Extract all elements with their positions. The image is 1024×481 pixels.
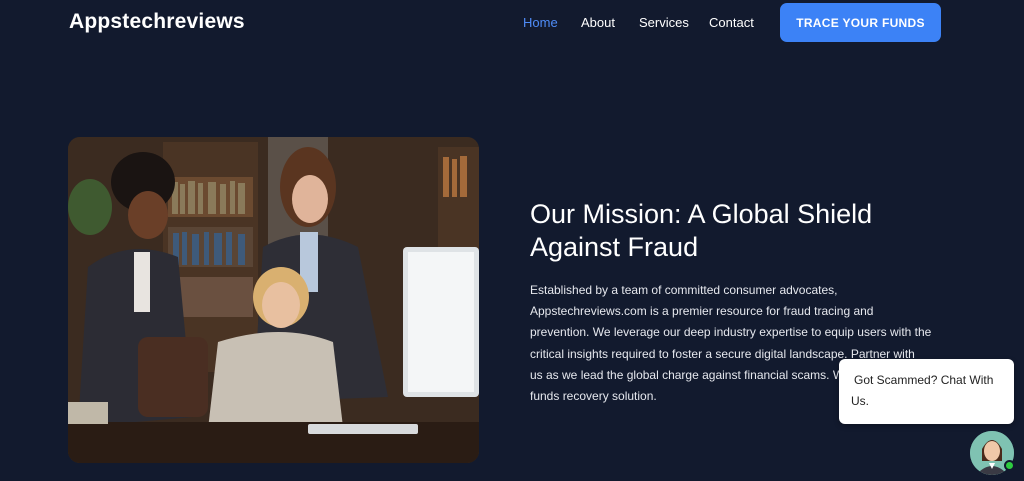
brand-logo[interactable]: Appstechreviews (69, 10, 245, 34)
mission-text-line: Established by a team of committed consu… (530, 283, 838, 297)
nav-home-link[interactable]: Home (523, 15, 558, 30)
mission-title-line: Against Fraud (530, 232, 699, 262)
nav-services-link[interactable]: Services (639, 15, 689, 30)
mission-text-line: Appstechreviews.com is a premier resourc… (530, 304, 874, 319)
chat-popup-line: Got Scammed? Chat With (854, 373, 994, 387)
office-scene-illustration (68, 137, 479, 463)
chat-popup-line: Us. (851, 394, 869, 408)
mission-text-line: prevention. We leverage our deep industr… (530, 325, 932, 340)
mission-title: Our Mission: A Global Shield Against Fra… (530, 198, 930, 264)
nav-about-link[interactable]: About (581, 15, 615, 30)
online-status-indicator (1004, 460, 1015, 471)
nav-contact-link[interactable]: Contact (709, 15, 754, 30)
mission-title-line: Our Mission: A Global Shield (530, 199, 873, 229)
mission-photo (68, 137, 479, 463)
trace-funds-button[interactable]: TRACE YOUR FUNDS (780, 3, 941, 42)
chat-popup[interactable]: Got Scammed? Chat With Us. (839, 359, 1014, 424)
